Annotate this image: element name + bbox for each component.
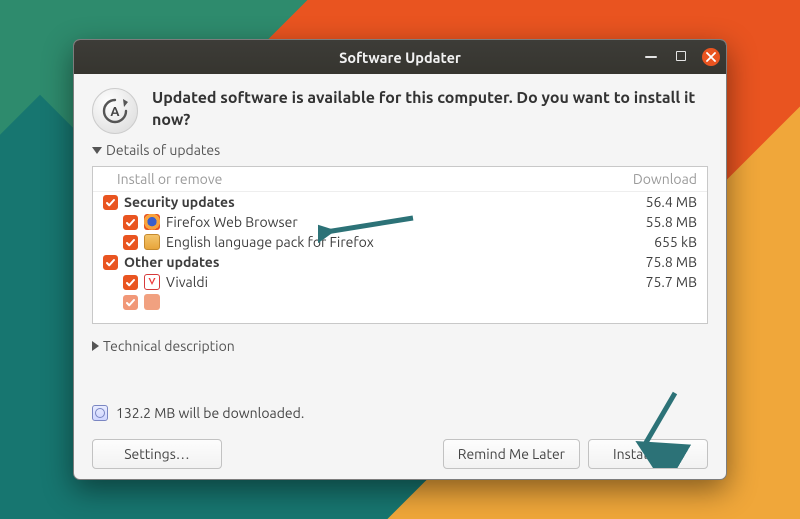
item-size [612,294,697,310]
item-size: 655 kB [612,234,697,250]
group-other-updates[interactable]: Other updates 75.8 MB [93,252,707,272]
check-icon [105,257,116,268]
details-expander-label: Details of updates [106,142,220,158]
package-icon [144,234,160,250]
minimize-button[interactable] [642,48,660,66]
group-label: Other updates [124,254,219,270]
col-install-header: Install or remove [117,171,612,187]
action-buttons: Settings… Remind Me Later Install Now [92,439,708,469]
close-button[interactable] [702,48,720,66]
settings-button[interactable]: Settings… [92,439,222,469]
item-size: 55.8 MB [612,214,697,230]
generic-app-icon [144,294,160,310]
remind-later-button[interactable]: Remind Me Later [443,439,580,469]
group-security-updates[interactable]: Security updates 56.4 MB [93,192,707,212]
checkbox-vivaldi[interactable] [123,275,138,290]
item-label: English language pack for Firefox [166,234,374,250]
checkbox-other-group[interactable] [103,255,118,270]
install-now-button[interactable]: Install Now [588,439,708,469]
updates-list-header: Install or remove Download [93,167,707,192]
item-firefox-langpack[interactable]: English language pack for Firefox 655 kB [93,232,707,252]
checkbox-security-group[interactable] [103,195,118,210]
headline-text: Updated software is available for this c… [152,88,708,131]
check-icon [125,237,136,248]
check-icon [125,297,136,308]
checkbox-firefox[interactable] [123,215,138,230]
details-expander[interactable]: Details of updates [92,142,708,158]
software-updater-window: Software Updater A Updated software is a… [73,39,727,480]
item-partial[interactable] [93,292,707,312]
check-icon [105,197,116,208]
group-label: Security updates [124,194,235,210]
check-icon [125,217,136,228]
group-size: 56.4 MB [612,194,697,210]
disk-icon [92,405,108,421]
chevron-right-icon [92,341,99,351]
refresh-A-icon: A [100,96,130,126]
item-vivaldi[interactable]: Vivaldi 75.7 MB [93,272,707,292]
item-label [166,294,169,310]
svg-text:A: A [110,105,120,119]
updater-app-icon: A [92,88,138,134]
close-icon [706,52,716,62]
firefox-icon [144,214,160,230]
download-status: 132.2 MB will be downloaded. [92,403,708,431]
item-label: Firefox Web Browser [166,214,298,230]
group-size: 75.8 MB [612,254,697,270]
item-firefox[interactable]: Firefox Web Browser 55.8 MB [93,212,707,232]
updates-list[interactable]: Install or remove Download Security upda… [92,166,708,324]
checkbox-partial[interactable] [123,295,138,310]
window-title: Software Updater [339,49,461,66]
technical-description-expander[interactable]: Technical description [92,332,708,354]
check-icon [125,277,136,288]
item-label: Vivaldi [166,274,208,290]
checkbox-langpack[interactable] [123,235,138,250]
tech-expander-label: Technical description [103,338,235,354]
item-size: 75.7 MB [612,274,697,290]
col-download-header: Download [612,171,697,187]
vivaldi-icon [144,274,160,290]
download-status-text: 132.2 MB will be downloaded. [116,405,304,421]
chevron-down-icon [92,147,102,154]
window-controls [642,40,720,74]
maximize-button[interactable] [672,48,690,66]
titlebar[interactable]: Software Updater [74,40,726,74]
